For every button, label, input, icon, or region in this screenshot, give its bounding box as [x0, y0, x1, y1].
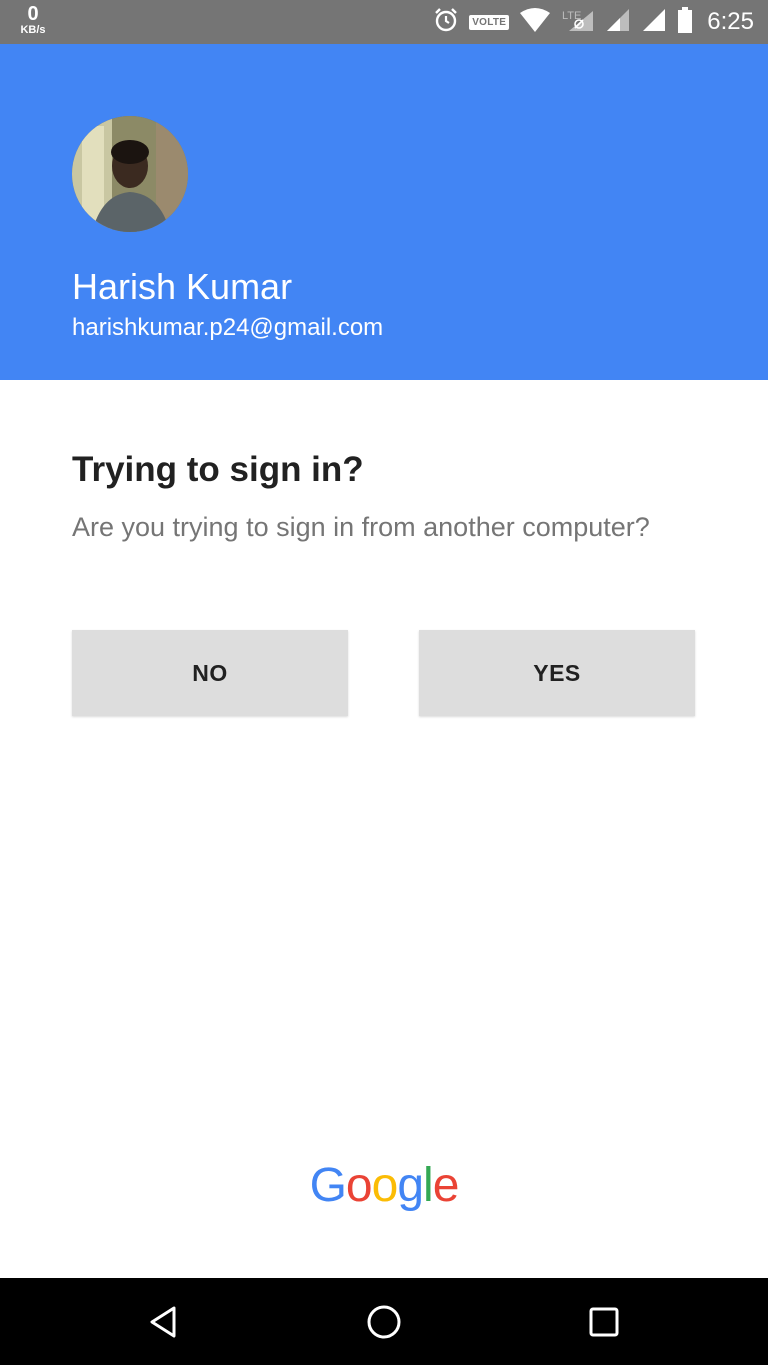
prompt-question: Are you trying to sign in from another c…	[72, 512, 650, 542]
avatar	[72, 116, 188, 232]
no-button[interactable]: NO	[72, 630, 348, 716]
prompt-title: Trying to sign in?	[72, 450, 364, 489]
user-email: harishkumar.p24@gmail.com	[72, 314, 384, 341]
network-speed-indicator: 0 KB/s	[16, 4, 50, 36]
yes-button[interactable]: YES	[419, 630, 695, 716]
volte-badge: VOLTE	[469, 14, 510, 30]
google-logo-letter: g	[397, 1159, 424, 1212]
status-icons: VOLTE LTE 6:25	[423, 0, 754, 44]
google-logo-letter: o	[371, 1159, 399, 1212]
back-icon[interactable]	[142, 1300, 186, 1344]
google-logo: Google	[0, 1158, 768, 1213]
battery-icon	[677, 6, 693, 39]
google-logo-letter: l	[423, 1159, 434, 1212]
account-header: Harish Kumar harishkumar.p24@gmail.com	[0, 44, 768, 380]
home-icon[interactable]	[362, 1300, 406, 1344]
lte-icon: LTE	[561, 7, 595, 38]
network-speed-value: 0	[27, 3, 39, 25]
wifi-icon	[519, 7, 551, 38]
recents-icon[interactable]	[582, 1300, 626, 1344]
status-bar: 0 KB/s VOLTE LTE 6:25	[0, 0, 768, 44]
google-logo-letter: o	[345, 1159, 373, 1212]
signal-icon	[605, 7, 631, 38]
network-speed-unit: KB/s	[20, 24, 46, 36]
alarm-icon	[433, 7, 459, 38]
signal-icon	[641, 7, 667, 38]
google-logo-letter: G	[309, 1159, 347, 1212]
user-name: Harish Kumar	[72, 266, 293, 307]
status-time: 6:25	[707, 8, 754, 35]
google-logo-letter: e	[432, 1159, 460, 1212]
navigation-bar	[0, 1278, 768, 1365]
